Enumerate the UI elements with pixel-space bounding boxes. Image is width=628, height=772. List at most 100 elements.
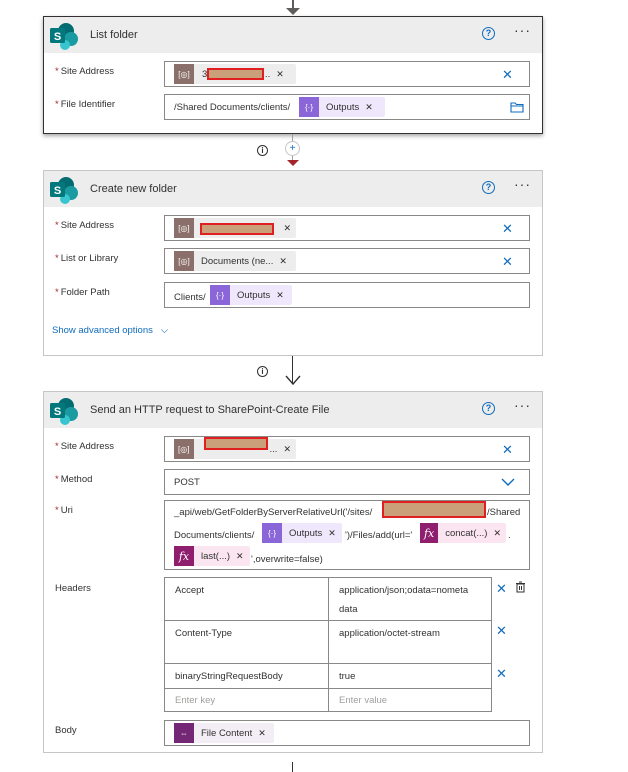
site-url-icon: [◎] — [174, 218, 194, 238]
file-identifier-field[interactable]: /Shared Documents/clients/ {·} Outputs ✕ — [164, 94, 530, 120]
connector-line-bottom — [292, 762, 293, 772]
body-label: Body — [55, 725, 77, 736]
remove-token-icon[interactable]: ✕ — [493, 528, 506, 539]
sharepoint-icon: S — [50, 23, 78, 50]
header-key-cell[interactable]: Accept — [164, 577, 329, 621]
more-options-icon[interactable]: ··· — [514, 177, 531, 191]
svg-text:S: S — [54, 31, 61, 43]
file-identifier-label: * File Identifier — [55, 99, 116, 110]
help-icon[interactable]: ? — [482, 402, 495, 415]
outputs-token[interactable]: {·} Outputs ✕ — [210, 285, 292, 305]
list-library-field[interactable]: [◎] Documents (ne... ✕ ✕ — [164, 248, 530, 274]
info-icon[interactable]: i — [257, 366, 268, 377]
remove-token-icon[interactable]: ✕ — [283, 223, 296, 234]
header-key-cell[interactable]: Content-Type — [164, 620, 329, 664]
more-options-icon[interactable]: ··· — [514, 398, 531, 412]
remove-token-icon[interactable]: ✕ — [283, 444, 296, 455]
sharepoint-icon: S — [50, 398, 78, 425]
folder-path-field[interactable]: Clients/ {·} Outputs ✕ — [164, 282, 530, 308]
site-address-field[interactable]: [◎] ✕ ✕ — [164, 215, 530, 241]
clear-icon[interactable]: ✕ — [502, 443, 513, 456]
remove-token-icon[interactable]: ✕ — [279, 256, 292, 267]
list-folder-card[interactable]: S List folder ? ··· * Site Address [◎] 3.… — [43, 16, 543, 134]
file-content-icon: ⇔ — [174, 723, 194, 743]
card-header[interactable]: S Create new folder ? ··· — [44, 171, 542, 207]
remove-token-icon[interactable]: ✕ — [328, 528, 341, 539]
show-advanced-options-link[interactable]: Show advanced options ⌵ — [52, 325, 168, 336]
remove-token-icon[interactable]: ✕ — [276, 69, 289, 80]
redacted-value — [207, 68, 264, 80]
uri-line1-suffix: /Shared — [487, 507, 521, 518]
info-icon[interactable]: i — [257, 145, 268, 156]
card-title: List folder — [90, 29, 138, 41]
more-options-icon[interactable]: ··· — [514, 23, 531, 37]
uri-line3: ',overwrite=false) — [251, 554, 323, 565]
site-address-label: * Site Address — [55, 220, 115, 231]
connector-arrow-top — [286, 8, 300, 15]
fx-icon: fx — [420, 523, 439, 543]
svg-text:S: S — [54, 185, 61, 197]
http-request-card[interactable]: S Send an HTTP request to SharePoint-Cre… — [43, 391, 543, 753]
file-identifier-prefix: /Shared Documents/clients/ — [174, 102, 291, 113]
uri-line2-mid: ')/Files/add(url=' — [345, 530, 413, 541]
list-icon: [◎] — [174, 251, 194, 271]
uri-field[interactable]: _api/web/GetFolderByServerRelativeUrl('/… — [164, 500, 530, 570]
remove-header-icon[interactable]: ✕ — [496, 582, 507, 595]
body-field[interactable]: ⇔ File Content ✕ — [164, 720, 530, 746]
uri-line2: Documents/clients/ — [174, 530, 255, 541]
dynamic-content-icon: {·} — [210, 285, 230, 305]
site-url-icon: [◎] — [174, 439, 194, 459]
site-address-field[interactable]: [◎] 3... ✕ ✕ — [164, 61, 530, 87]
remove-token-icon[interactable]: ✕ — [236, 551, 249, 562]
header-value-cell[interactable]: application/octet-stream — [328, 620, 492, 664]
site-address-field[interactable]: [◎] ... ✕ ✕ — [164, 436, 530, 462]
redacted-value — [200, 223, 274, 235]
header-value-cell[interactable]: application/json;odata=nometa data — [328, 577, 492, 621]
clear-icon[interactable]: ✕ — [502, 255, 513, 268]
remove-header-icon[interactable]: ✕ — [496, 624, 507, 637]
documents-token[interactable]: [◎] Documents (ne... ✕ — [174, 251, 296, 271]
fx-icon: fx — [174, 546, 194, 566]
header-key-input[interactable]: Enter key — [164, 688, 329, 712]
method-label: * Method — [55, 474, 93, 485]
concat-token[interactable]: fx concat(...) ✕ — [420, 523, 506, 543]
remove-header-icon[interactable]: ✕ — [496, 667, 507, 680]
last-token[interactable]: fx last(...) ✕ — [174, 546, 250, 566]
chevron-down-icon: ⌵ — [160, 325, 169, 336]
uri-line1: _api/web/GetFolderByServerRelativeUrl('/… — [174, 507, 373, 518]
site-address-label: * Site Address — [55, 441, 115, 452]
chevron-down-icon — [501, 478, 515, 486]
outputs-token[interactable]: {·} Outputs ✕ — [262, 523, 342, 543]
folder-icon[interactable] — [510, 101, 524, 113]
list-library-label: * List or Library — [55, 253, 119, 264]
remove-token-icon[interactable]: ✕ — [258, 728, 271, 739]
outputs-token[interactable]: {·} Outputs ✕ — [299, 97, 385, 117]
connector-arrow — [285, 375, 301, 386]
headers-label: Headers — [55, 583, 91, 594]
clear-icon[interactable]: ✕ — [502, 222, 513, 235]
folder-path-label: * Folder Path — [55, 287, 110, 298]
clear-icon[interactable]: ✕ — [502, 68, 513, 81]
folder-path-prefix: Clients/ — [174, 292, 206, 303]
redacted-value — [204, 437, 268, 450]
trash-icon[interactable] — [515, 581, 526, 593]
card-header[interactable]: S Send an HTTP request to SharePoint-Cre… — [44, 392, 542, 428]
sharepoint-icon: S — [50, 177, 78, 204]
create-folder-card[interactable]: S Create new folder ? ··· * Site Address … — [43, 170, 543, 356]
remove-token-icon[interactable]: ✕ — [276, 290, 289, 301]
remove-token-icon[interactable]: ✕ — [365, 102, 378, 113]
card-header[interactable]: S List folder ? ··· — [44, 17, 542, 53]
header-value-input[interactable]: Enter value — [328, 688, 492, 712]
header-key-cell[interactable]: binaryStringRequestBody — [164, 663, 329, 689]
file-content-token[interactable]: ⇔ File Content ✕ — [174, 723, 274, 743]
method-dropdown[interactable]: POST — [164, 469, 530, 495]
dynamic-content-icon: {·} — [262, 523, 282, 543]
dynamic-content-icon: {·} — [299, 97, 319, 117]
svg-text:S: S — [54, 406, 61, 418]
insert-step-button[interactable]: + — [285, 141, 300, 156]
connector-arrow — [287, 160, 299, 166]
uri-label: * Uri — [55, 505, 73, 516]
header-value-cell[interactable]: true — [328, 663, 492, 689]
help-icon[interactable]: ? — [482, 27, 495, 40]
help-icon[interactable]: ? — [482, 181, 495, 194]
